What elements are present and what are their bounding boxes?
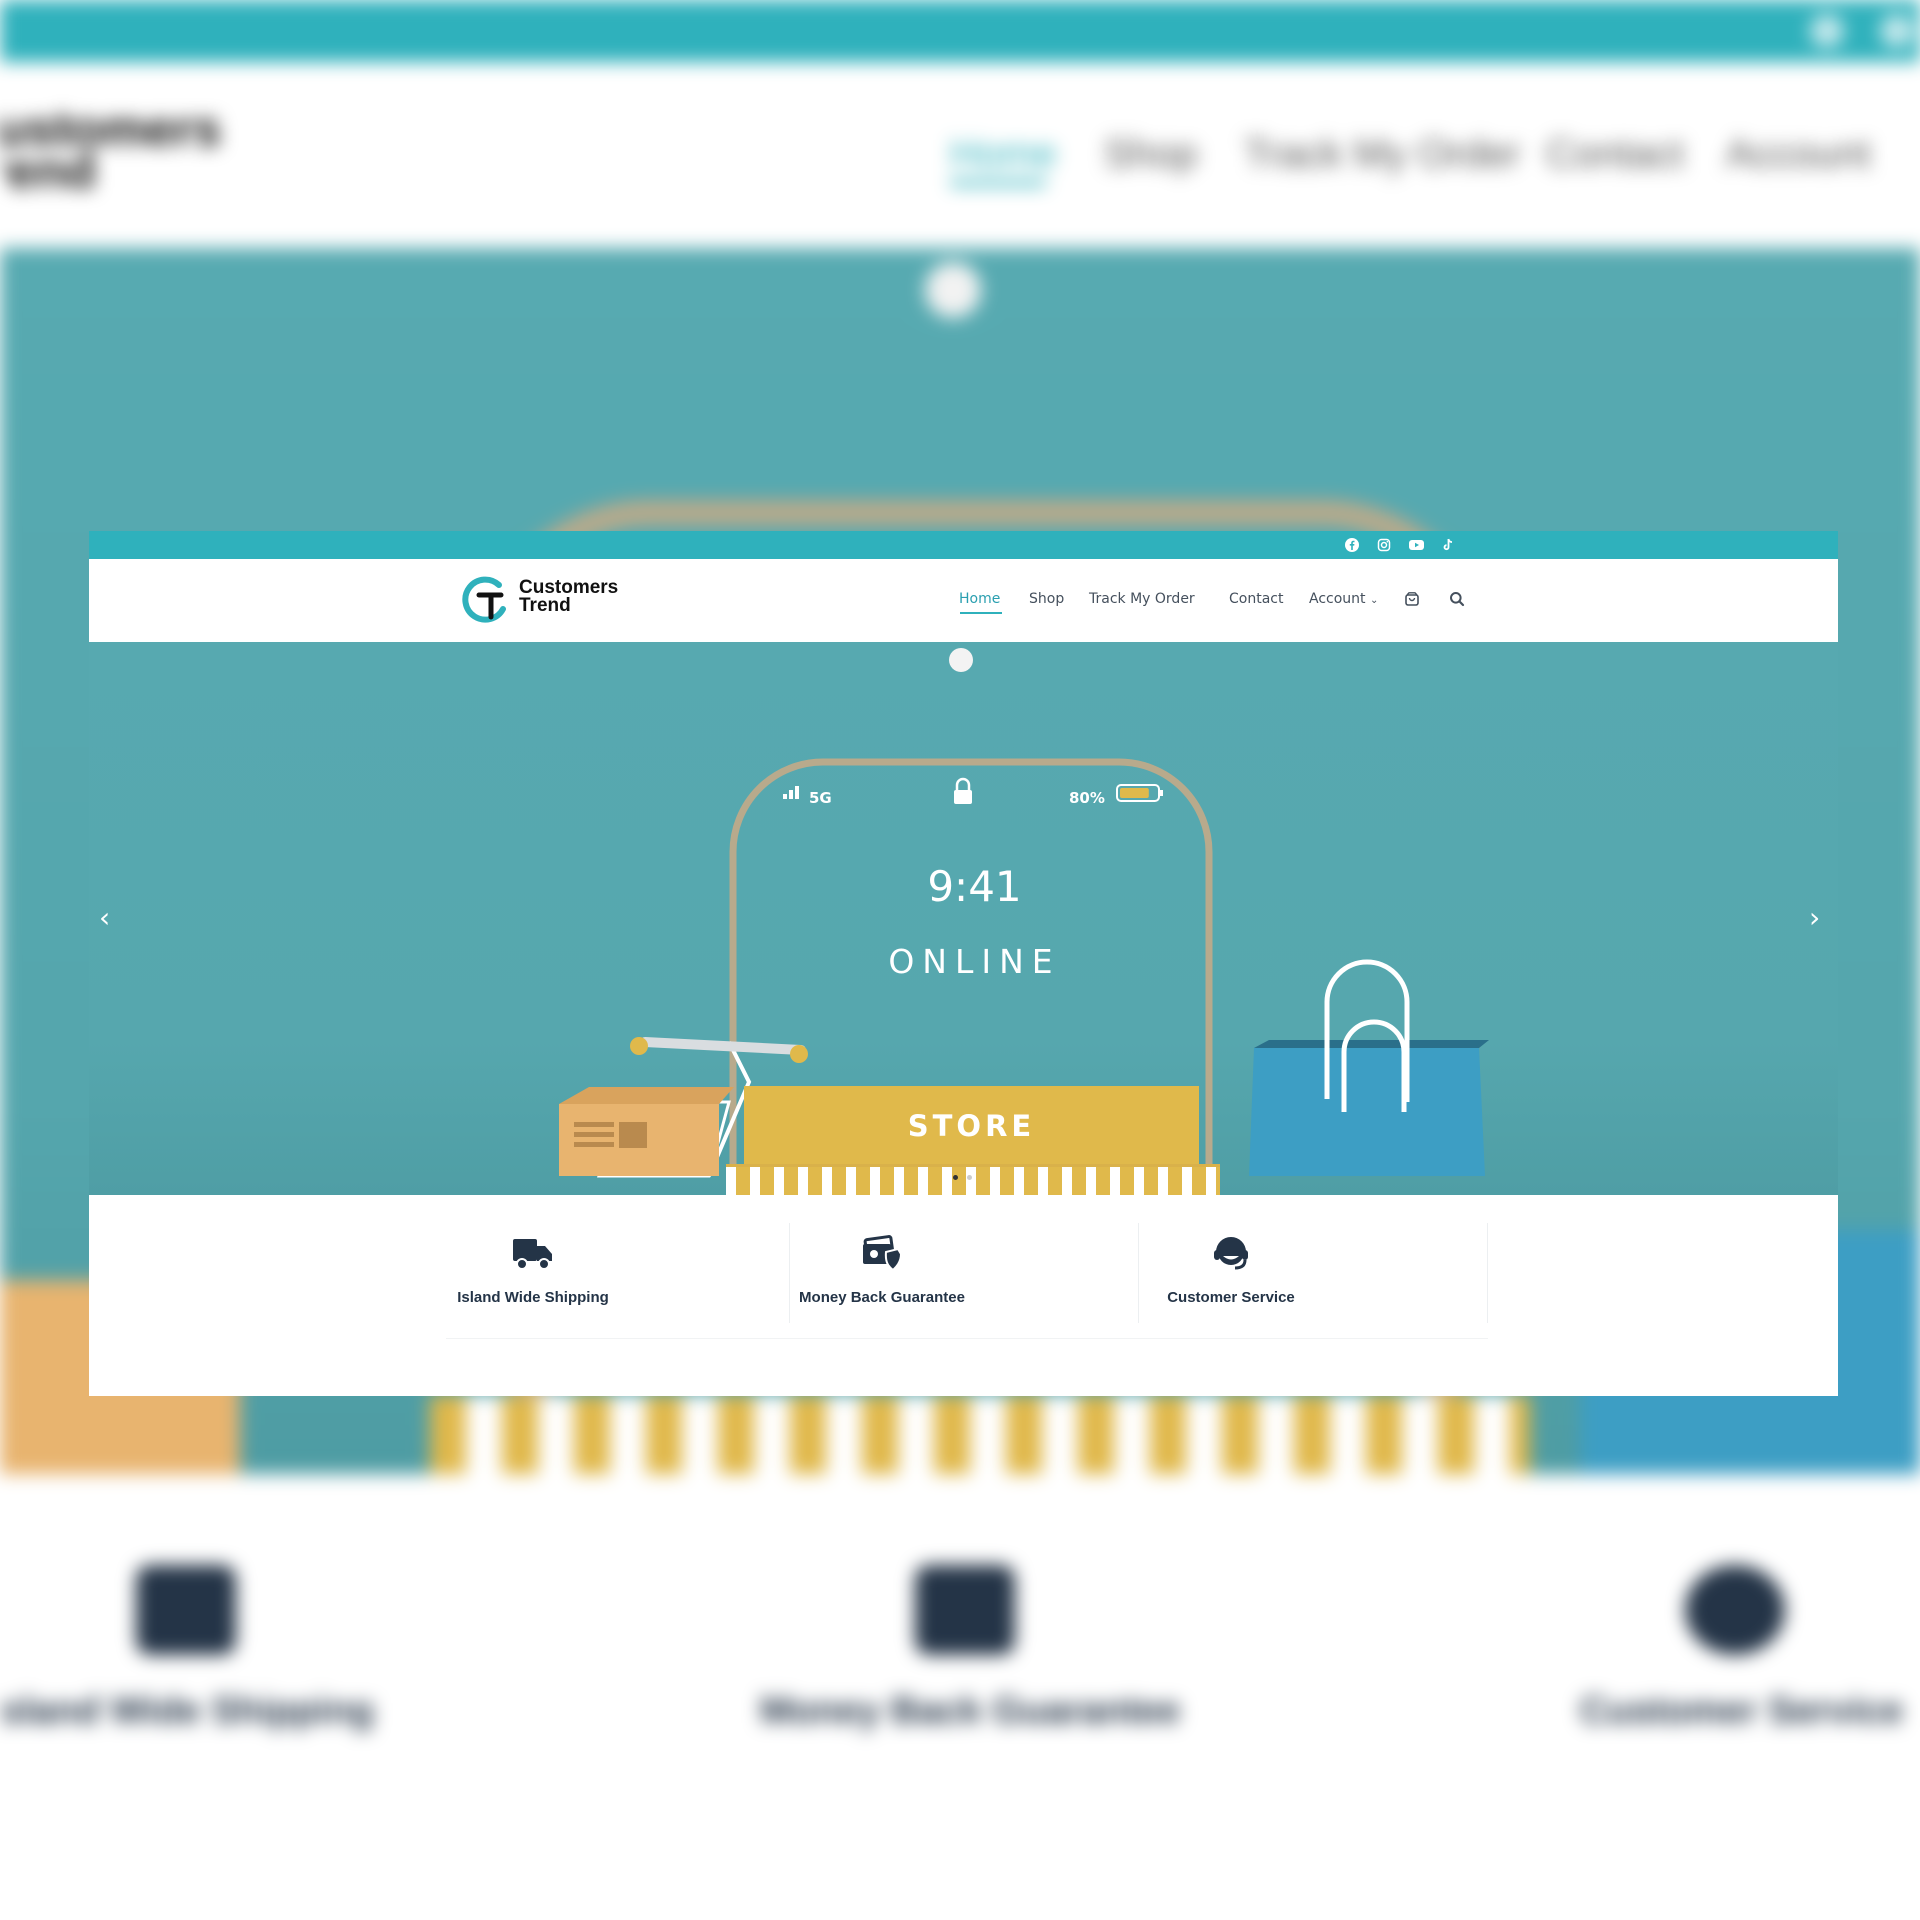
site-header: Customers Trend Home Shop Track My Order… [89,559,1838,642]
bg-nav-contact: Contact [1546,132,1684,176]
bg-nav-underline [950,180,1046,186]
bg-social-icon [1880,14,1914,48]
status-battery: 80% [1069,789,1105,807]
slider-pager-dot[interactable] [967,1175,972,1180]
nav-contact[interactable]: Contact [1229,591,1283,607]
phone-time: 9:41 [927,862,1022,911]
nav-account-label: Account [1309,591,1366,607]
bg-feature-label: Money Back Guarantee [760,1690,1181,1732]
nav-account[interactable]: Account ⌄ [1309,591,1378,607]
top-bar [89,531,1838,559]
nav-home[interactable]: Home [959,591,1000,607]
store-sign: STORE [744,1086,1199,1166]
status-signal: 5G [809,789,832,807]
chevron-down-icon: ⌄ [1369,595,1379,606]
facebook-icon[interactable] [1343,536,1361,554]
bg-feature-label: Island Wide Shipping [0,1690,374,1732]
feature-label: Island Wide Shipping [457,1289,609,1306]
bg-feature-label: Customer Service [1580,1690,1904,1732]
youtube-icon[interactable] [1407,536,1425,554]
feature-money-back: Money Back Guarantee [708,1213,1056,1313]
nav-active-underline [960,612,1002,614]
bg-slider-dot [925,262,981,318]
nav-shop[interactable]: Shop [1029,591,1064,607]
feature-divider [1487,1223,1488,1323]
bg-nav-home: Home [950,132,1057,176]
slider-pager-dot-active[interactable] [953,1175,958,1180]
hero-slider: ‹ › 5G 80% 9:41 ONLINE STORE [89,642,1838,1195]
feature-bottom-line [446,1338,1488,1339]
bg-social-icon [1810,14,1844,48]
logo-line-2: Trend [519,595,571,616]
instagram-icon[interactable] [1375,536,1393,554]
bg-logo-text: CustomersTrend [0,101,222,199]
bg-top-bar [0,0,1920,62]
website-screenshot: Customers Trend Home Shop Track My Order… [89,531,1838,1396]
truck-icon [359,1231,707,1275]
nav-track-my-order[interactable]: Track My Order [1089,591,1195,607]
money-shield-icon [708,1231,1056,1275]
feature-label: Money Back Guarantee [799,1289,965,1306]
bg-truck-icon [136,1565,236,1655]
logo-icon[interactable] [461,573,513,629]
feature-label: Customer Service [1167,1289,1295,1306]
bg-nav-account: Account [1726,132,1871,176]
bg-nav-track: Track My Order [1244,132,1521,176]
features-strip: Island Wide Shipping Money Back Guarante… [89,1195,1838,1396]
search-icon[interactable] [1447,589,1467,609]
feature-customer-service: Customer Service [1057,1213,1405,1313]
headset-icon [1057,1231,1405,1275]
bg-money-shield-icon [915,1565,1015,1655]
tiktok-icon[interactable] [1439,536,1457,554]
bg-nav-shop: Shop [1104,132,1198,176]
bg-awning [430,1395,1530,1475]
logo-text[interactable]: Customers Trend [519,578,618,616]
cart-icon[interactable] [1402,589,1422,609]
hero-headline: ONLINE [888,942,1061,981]
bg-headset-icon [1685,1565,1785,1655]
feature-shipping: Island Wide Shipping [359,1213,707,1313]
store-awning [726,1164,1220,1195]
